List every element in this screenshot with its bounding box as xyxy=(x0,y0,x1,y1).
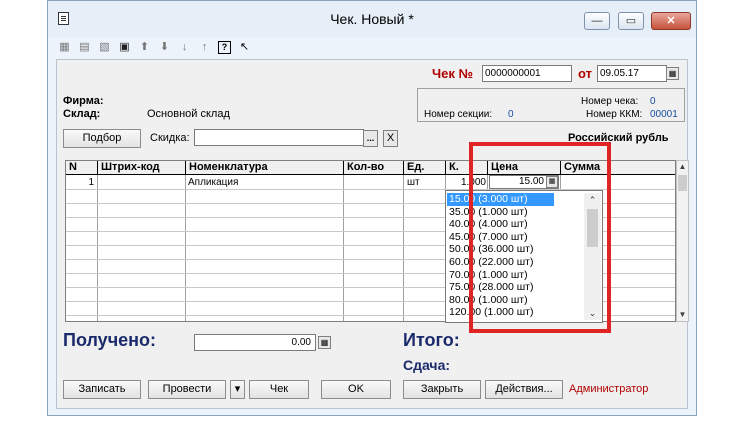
arrow-down-icon[interactable]: ⬇ xyxy=(158,41,171,54)
ok-button-label: OK xyxy=(348,383,364,395)
close-button[interactable]: Закрыть xyxy=(403,380,481,399)
highlight-box xyxy=(469,142,611,333)
column-header-unit[interactable]: Ед. xyxy=(404,161,446,175)
actions-button-label: Действия... xyxy=(495,383,553,395)
warehouse-value: Основной склад xyxy=(147,108,230,120)
sort-desc-icon[interactable]: ↑ xyxy=(198,41,211,54)
select-button-label: Подбор xyxy=(82,132,122,144)
sort-asc-icon[interactable]: ↓ xyxy=(178,41,191,54)
row-item[interactable]: Апликация xyxy=(188,176,338,189)
table-icon[interactable]: ▦ xyxy=(58,41,71,54)
check-button-label: Чек xyxy=(269,383,289,395)
close-button-label: Закрыть xyxy=(420,383,464,395)
help-icon[interactable]: ? xyxy=(218,41,231,54)
info-panel: Номер чека: 0 Номер секции: 0 Номер ККМ:… xyxy=(417,88,685,122)
calculator-icon[interactable]: ▦ xyxy=(318,336,331,349)
section-value: 0 xyxy=(508,109,514,120)
scroll-down-icon[interactable]: ▼ xyxy=(677,309,688,321)
calendar-icon[interactable]: ▦ xyxy=(666,67,679,80)
firm-label: Фирма: xyxy=(63,95,104,107)
maximize-button[interactable]: ▭ xyxy=(618,12,644,30)
kkm-label: Номер ККМ: xyxy=(586,109,643,120)
title-bar[interactable]: Чек. Новый * — ▭ ✕ xyxy=(48,1,696,37)
date-label: от xyxy=(578,66,592,81)
change-label: Сдача: xyxy=(403,357,451,373)
post-button-label: Провести xyxy=(162,383,212,395)
post-button[interactable]: Провести xyxy=(148,380,226,399)
total-label: Итого: xyxy=(403,330,460,350)
discount-field[interactable] xyxy=(194,129,364,146)
scroll-thumb[interactable] xyxy=(678,175,687,191)
table-add-icon[interactable]: ▤ xyxy=(78,41,91,54)
chevron-down-icon: ▾ xyxy=(234,383,241,395)
kkm-value: 00001 xyxy=(650,109,678,120)
check-button[interactable]: Чек xyxy=(249,380,309,399)
check-num-label: Номер чека: xyxy=(581,96,639,107)
check-num-value: 0 xyxy=(650,96,656,107)
post-menu-button[interactable]: ▾ xyxy=(230,380,245,399)
row-unit[interactable]: шт xyxy=(407,176,443,189)
save-button-label: Записать xyxy=(78,383,126,395)
ellipsis-button[interactable]: ... xyxy=(363,130,378,147)
date-field[interactable]: 09.05.17 xyxy=(597,65,667,82)
table-delete-icon[interactable]: ▧ xyxy=(98,41,111,54)
received-label: Получено: xyxy=(63,330,157,350)
copy-icon[interactable]: ▣ xyxy=(118,41,131,54)
actions-button[interactable]: Действия... xyxy=(485,380,563,399)
discount-label: Скидка: xyxy=(150,132,190,144)
select-button[interactable]: Подбор xyxy=(63,129,141,148)
column-header-item[interactable]: Номенклатура xyxy=(186,161,344,175)
column-header-qty[interactable]: Кол-во xyxy=(344,161,404,175)
scroll-up-icon[interactable]: ▲ xyxy=(677,161,688,173)
column-header-n[interactable]: N xyxy=(66,161,98,175)
table-scrollbar[interactable]: ▲ ▼ xyxy=(676,160,689,322)
whats-this-icon[interactable]: ↖ xyxy=(238,41,251,54)
row-number: 1 xyxy=(88,177,94,188)
check-number-label: Чек № xyxy=(432,66,473,81)
save-button[interactable]: Записать xyxy=(63,380,141,399)
ok-button[interactable]: OK xyxy=(321,380,391,399)
user-label: Администратор xyxy=(569,383,649,395)
section-label: Номер секции: xyxy=(424,109,493,120)
check-number-field[interactable]: 0000000001 xyxy=(482,65,572,82)
arrow-up-icon[interactable]: ⬆ xyxy=(138,41,151,54)
received-field[interactable]: 0.00 xyxy=(194,334,316,351)
close-window-button[interactable]: ✕ xyxy=(651,12,691,30)
clear-button[interactable]: X xyxy=(383,130,398,147)
column-header-barcode[interactable]: Штрих-код xyxy=(98,161,186,175)
minimize-button[interactable]: — xyxy=(584,12,610,30)
warehouse-label: Склад: xyxy=(63,108,101,120)
